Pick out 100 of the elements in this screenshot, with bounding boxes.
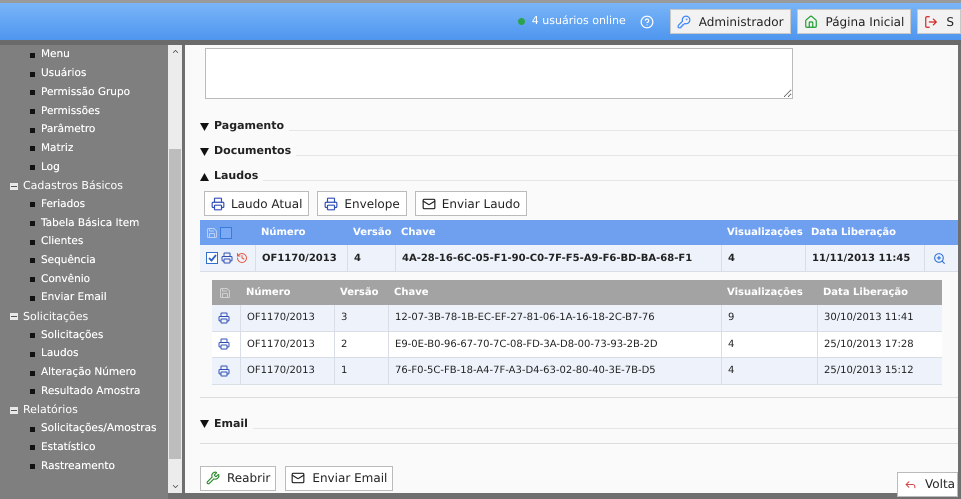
sidebar-item[interactable]: Resultado Amostra — [41, 384, 140, 400]
column-header[interactable]: Versão — [334, 285, 388, 300]
sidebar-group[interactable]: Solicitações — [23, 308, 88, 326]
expand-triangle-icon — [200, 122, 209, 130]
laudo-button[interactable]: Envelope — [317, 191, 407, 216]
action-button[interactable]: Enviar Email — [285, 466, 394, 490]
column-header[interactable]: Chave — [388, 285, 721, 300]
exit-icon — [924, 14, 938, 28]
action-button[interactable]: Reabrir — [200, 466, 276, 490]
table-cell: 4 — [721, 332, 817, 357]
sidebar-item[interactable]: Laudos — [41, 346, 78, 362]
sidebar-item[interactable]: Usuários — [41, 66, 86, 82]
column-header[interactable]: Data Liberação — [817, 285, 942, 300]
printer-icon[interactable] — [221, 252, 233, 264]
section-title[interactable]: Pagamento — [214, 118, 284, 135]
sidebar-item[interactable]: Clientes — [41, 234, 84, 250]
table-cell: 2 — [334, 332, 388, 357]
collapse-icon[interactable] — [10, 313, 18, 320]
sidebar-item[interactable]: Solicitações/Amostras — [41, 421, 156, 437]
bullet-icon — [30, 277, 35, 282]
collapse-triangle-icon — [200, 172, 209, 180]
laudo-button[interactable]: Enviar Laudo — [414, 191, 528, 216]
scroll-up-icon[interactable] — [170, 47, 180, 56]
sidebar-item[interactable]: Menu — [41, 47, 70, 64]
bullet-icon — [30, 258, 35, 264]
bullet-icon — [30, 352, 35, 357]
bullet-icon — [30, 202, 35, 208]
sidebar-item[interactable]: Enviar Email — [41, 290, 107, 306]
column-header[interactable]: Visualizações — [721, 285, 817, 300]
sidebar-item[interactable]: Rastreamento — [41, 458, 115, 474]
printer-icon[interactable] — [218, 312, 230, 324]
sidebar-item[interactable]: Convênio — [41, 272, 90, 288]
header-button[interactable]: Página Inicial — [796, 9, 912, 34]
column-header[interactable]: Visualizações — [721, 225, 805, 240]
help-icon[interactable] — [640, 14, 654, 28]
history-icon[interactable] — [236, 252, 248, 264]
bullet-icon — [30, 108, 35, 114]
bullet-icon — [30, 370, 35, 376]
bullet-icon — [30, 333, 35, 338]
collapse-icon[interactable] — [10, 182, 18, 190]
sidebar-item[interactable]: Sequência — [41, 253, 96, 269]
table-cell: OF1170/2013 — [255, 245, 347, 271]
collapse-icon[interactable] — [10, 406, 18, 414]
scroll-down-icon[interactable] — [170, 482, 180, 491]
column-header[interactable]: Data Liberação — [805, 225, 924, 240]
header-button[interactable]: Administrador — [670, 9, 790, 34]
online-users-text: 4 usuários online — [532, 13, 626, 30]
checkbox[interactable] — [220, 226, 232, 238]
expand-triangle-icon — [200, 420, 209, 428]
column-header[interactable]: Número — [240, 285, 334, 300]
printer-icon[interactable] — [218, 364, 230, 377]
header-button[interactable]: S — [917, 9, 961, 34]
bullet-icon — [30, 296, 35, 301]
section-title[interactable]: Laudos — [214, 168, 258, 185]
section-title[interactable]: Documentos — [214, 143, 292, 160]
sidebar-item[interactable]: Permissão Grupo — [41, 84, 130, 101]
sidebar-item[interactable]: Parâmetro — [41, 122, 96, 138]
key-icon — [676, 14, 691, 28]
bullet-icon — [30, 445, 35, 450]
bullet-icon — [30, 426, 35, 432]
column-header[interactable]: Chave — [395, 225, 721, 240]
table-cell: 12-07-3B-78-1B-EC-EF-27-81-06-1A-16-18-2C-B7-76 — [388, 305, 721, 330]
sidebar-item[interactable]: Alteração Número — [41, 365, 136, 381]
table-cell: 1 — [334, 358, 388, 384]
bullet-icon — [30, 389, 35, 394]
printer-icon — [211, 196, 225, 210]
laudo-button[interactable]: Laudo Atual — [204, 191, 310, 216]
bullet-icon — [30, 221, 35, 226]
sidebar-item[interactable]: Feriados — [41, 196, 86, 213]
sidebar-item[interactable]: Estatístico — [41, 440, 96, 456]
column-header[interactable]: Versão — [347, 225, 395, 240]
bullet-icon — [30, 52, 35, 58]
sidebar-item[interactable]: Tabela Básica Item — [41, 216, 140, 232]
table-cell: 30/10/2013 11:41 — [817, 305, 942, 330]
bullet-icon — [30, 240, 35, 245]
sidebar-group[interactable]: Cadastros Básicos — [23, 178, 124, 194]
sidebar-item[interactable]: Solicitações — [41, 328, 104, 344]
back-button[interactable]: Volta — [896, 472, 958, 496]
table-cell: 9 — [721, 305, 817, 330]
zoom-in-icon[interactable] — [933, 252, 946, 264]
column-header[interactable]: Número — [255, 225, 347, 240]
table-cell: OF1170/2013 — [240, 358, 334, 384]
sidebar-item[interactable]: Permissões — [41, 104, 100, 120]
checkbox[interactable] — [206, 252, 218, 264]
envelope-icon — [291, 471, 306, 485]
bullet-icon — [30, 464, 35, 469]
bullet-icon — [30, 128, 35, 133]
printer-icon — [324, 196, 338, 210]
table-cell: 11/11/2013 11:45 — [805, 245, 924, 271]
printer-icon[interactable] — [218, 338, 230, 350]
table-cell: 4A-28-16-6C-05-F1-90-C0-7F-F5-A9-F6-BD-BA-68-F1 — [395, 245, 721, 271]
table-cell: 3 — [334, 305, 388, 330]
section-title[interactable]: Email — [214, 416, 248, 432]
sidebar-item[interactable]: Log — [41, 160, 60, 176]
sidebar-item[interactable]: Matriz — [41, 140, 74, 157]
table-cell: 4 — [721, 358, 817, 384]
save-icon — [206, 226, 218, 238]
sidebar-scrollbar[interactable] — [168, 45, 182, 493]
table-cell: 4 — [347, 245, 395, 271]
sidebar-group[interactable]: Relatórios — [23, 402, 78, 419]
